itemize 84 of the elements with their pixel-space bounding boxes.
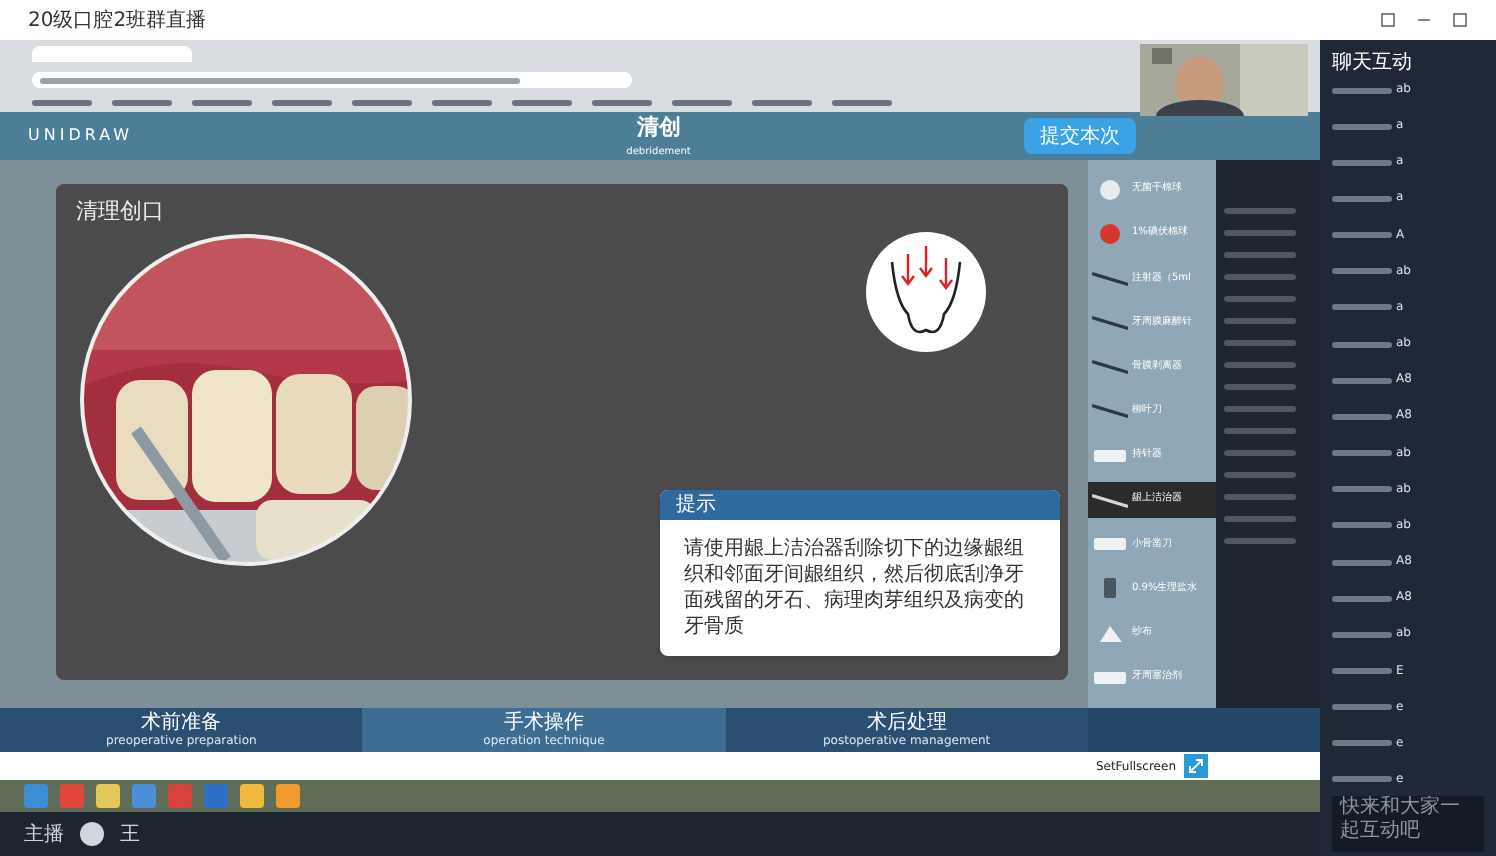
blurred-text-drawing <box>1224 252 1296 258</box>
blurred-text-drawing <box>1224 538 1296 544</box>
blurred-text-drawing <box>1332 776 1392 783</box>
blurred-text-drawing <box>1224 208 1296 214</box>
blurred-text-drawing <box>1332 450 1392 457</box>
blurred-text-drawing <box>1332 87 1392 93</box>
window-title: 20级口腔2班群直播 <box>28 7 207 35</box>
blurred-text-drawing <box>672 100 732 107</box>
blurred-text-drawing <box>592 100 652 107</box>
tooth-diagram-drawing <box>864 229 988 353</box>
app-icon[interactable] <box>276 784 300 808</box>
instrument-icon <box>1092 360 1128 375</box>
blurred-text-drawing <box>1224 318 1296 324</box>
blurred-text-drawing <box>1224 428 1296 434</box>
blurred-text-drawing <box>1332 341 1392 348</box>
blurred-text-drawing <box>1332 668 1392 674</box>
app-icon[interactable] <box>132 784 156 808</box>
address-bar[interactable] <box>32 72 632 89</box>
blurred-text-drawing <box>1224 362 1296 368</box>
bottle-icon <box>1104 578 1116 599</box>
blurred-text-drawing <box>1224 340 1296 346</box>
cotton-ball-icon <box>1100 180 1120 201</box>
logo: UNIDRAW <box>28 124 134 148</box>
instrument-icon <box>1092 316 1128 331</box>
blurred-text-drawing <box>1332 268 1392 275</box>
blurred-text-drawing <box>1332 195 1392 202</box>
blurred-text-drawing <box>272 100 332 107</box>
tray-icon <box>1094 450 1126 463</box>
blurred-text-drawing <box>1332 377 1392 384</box>
tip-text: 请使用龈上洁治器刮除切下的边缘龈组织和邻面牙间龈组织，然后彻底刮净牙面残留的牙石、病理肉芽组织及病变的牙骨质 <box>682 535 1026 642</box>
blurred-text-drawing <box>1332 595 1392 602</box>
chat-title: 聊天互动 <box>1332 50 1414 78</box>
blurred-text-drawing <box>1332 631 1392 638</box>
blurred-text-drawing <box>192 100 252 107</box>
app-icon[interactable] <box>96 784 120 808</box>
blurred-text-drawing <box>432 100 492 107</box>
instrument-icon <box>1092 404 1128 419</box>
expand-icon <box>1188 758 1204 774</box>
avatar-icon <box>80 822 104 846</box>
blurred-text-drawing <box>1224 230 1296 236</box>
blurred-text-drawing <box>1224 296 1296 302</box>
app-icon[interactable] <box>60 784 84 808</box>
blurred-text-drawing <box>1332 559 1392 566</box>
blurred-text-drawing <box>1224 450 1296 456</box>
maximize-icon[interactable] <box>1452 12 1468 28</box>
blurred-text-drawing <box>112 100 172 107</box>
blurred-text-drawing <box>1332 159 1392 166</box>
cotton-ball-icon <box>1100 224 1120 245</box>
host-role: 主播 <box>24 821 64 849</box>
tray-icon <box>1094 538 1126 551</box>
blurred-text-drawing <box>1332 304 1392 311</box>
submit-button[interactable]: 提交本次 <box>1024 118 1136 154</box>
blurred-text-drawing <box>1224 274 1296 280</box>
app-icon[interactable] <box>204 784 228 808</box>
blurred-text-drawing <box>752 100 812 107</box>
blurred-text-drawing <box>1332 123 1392 130</box>
browser-tab[interactable] <box>32 45 192 62</box>
blurred-text-drawing <box>1224 472 1296 478</box>
blurred-text-drawing <box>1332 413 1392 420</box>
blurred-text-drawing <box>1224 384 1296 390</box>
page-title: 清创 <box>636 112 681 144</box>
blurred-text-drawing <box>1332 486 1392 493</box>
panel-title: 清理创口 <box>76 196 166 228</box>
instrument-icon <box>1092 493 1128 508</box>
blurred-text-drawing <box>1332 232 1392 239</box>
blurred-text-drawing <box>1224 494 1296 500</box>
blurred-text-drawing <box>1332 740 1392 747</box>
blurred-text-drawing <box>32 100 92 107</box>
blurred-text-drawing <box>352 100 412 107</box>
blurred-text-drawing <box>1332 704 1392 711</box>
gauze-icon <box>1099 625 1121 642</box>
blurred-text-drawing <box>1224 406 1296 412</box>
fullscreen-button[interactable] <box>1184 754 1208 778</box>
host-name: 王 <box>120 821 140 849</box>
blurred-text-drawing <box>832 100 892 107</box>
app-icon[interactable] <box>168 784 192 808</box>
app-icon[interactable] <box>24 784 48 808</box>
blurred-text-drawing <box>1224 516 1296 522</box>
instrument-icon <box>1092 271 1128 286</box>
tip-title: 提示 <box>660 490 1060 520</box>
tray-icon <box>1094 671 1126 684</box>
blurred-text-drawing <box>1332 522 1392 529</box>
blurred-text-drawing <box>512 100 572 107</box>
app-icon[interactable] <box>240 784 264 808</box>
